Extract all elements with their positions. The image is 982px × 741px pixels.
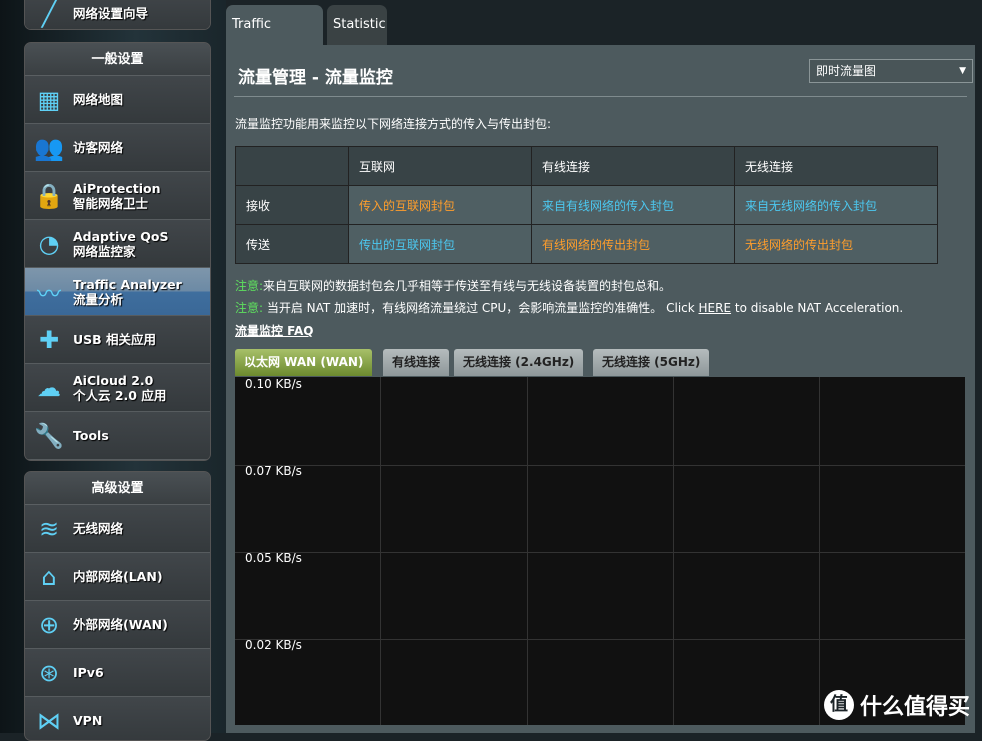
- y-label: 0.02 KB/s: [245, 638, 302, 652]
- sidebar-item[interactable]: ⊕ 外部网络(WAN): [25, 601, 210, 649]
- lock-icon: 🔒: [34, 181, 64, 210]
- tab-traffic-monitor[interactable]: Traffic Monitor: [226, 5, 323, 72]
- sidebar-item[interactable]: 〰 Traffic Analyzer 流量分析: [25, 268, 210, 316]
- network-map-icon: ▦: [37, 85, 61, 114]
- graph-tab-wireless-5[interactable]: 无线连接 (5GHz): [593, 349, 710, 376]
- wand-icon: ╱: [41, 0, 57, 28]
- y-label: 0.10 KB/s: [245, 377, 302, 391]
- sidebar-item[interactable]: 🔧 Tools: [25, 412, 210, 460]
- traffic-graph: 0.10 KB/s 0.07 KB/s 0.05 KB/s 0.02 KB/s: [235, 377, 965, 725]
- sidebar-header: 一般设置: [25, 43, 210, 76]
- globe-icon: ⊕: [38, 610, 60, 639]
- divider: [234, 96, 967, 97]
- vpn-icon: ⋈: [37, 706, 61, 735]
- wifi-icon: ≋: [38, 514, 60, 543]
- home-icon: ⌂: [41, 562, 57, 591]
- sidebar-item[interactable]: ☁ AiCloud 2.0 个人云 2.0 应用: [25, 364, 210, 412]
- logo-icon: 值: [823, 690, 854, 720]
- table-header-row: 互联网 有线连接 无线连接: [235, 146, 938, 186]
- page-title: 流量管理 - 流量监控: [238, 68, 393, 88]
- cloud-icon: ☁: [37, 373, 61, 402]
- sidebar-advanced: 高级设置 ≋ 无线网络 ⌂ 内部网络(LAN) ⊕ 外部网络(WAN) ⊛ IPv6 ⋈ VPN: [24, 471, 211, 741]
- sidebar-item[interactable]: 🔒 AiProtection 智能网络卫士: [25, 172, 210, 220]
- gridline: [673, 377, 674, 725]
- sidebar-item[interactable]: ◔ Adaptive QoS 网络监控家: [25, 220, 210, 268]
- sidebar-item[interactable]: ⊛ IPv6: [25, 649, 210, 697]
- gridline: [819, 377, 820, 725]
- sidebar-item[interactable]: ⋈ VPN: [25, 697, 210, 740]
- faq-link[interactable]: 流量监控 FAQ: [235, 322, 314, 339]
- graph-tab-wan[interactable]: 以太网 WAN (WAN): [235, 349, 373, 376]
- watermark-logo: 值什么值得买: [823, 689, 970, 721]
- y-label: 0.07 KB/s: [245, 464, 302, 478]
- description: 流量监控功能用来监控以下网络连接方式的传入与传出封包:: [235, 117, 552, 131]
- sidebar-item-setup-wizard[interactable]: ╱ 网络设置向导: [24, 0, 211, 30]
- view-select[interactable]: 即时流量图 ▼: [809, 59, 973, 83]
- graph-tab-wired[interactable]: 有线连接: [383, 349, 450, 376]
- sidebar-item[interactable]: 👥 访客网络: [25, 124, 210, 172]
- wrench-icon: 🔧: [34, 421, 64, 450]
- table-row: 传送 传出的互联网封包 有线网络的传出封包 无线网络的传出封包: [235, 224, 938, 264]
- ipv6-icon: ⊛: [38, 658, 60, 687]
- sidebar-item[interactable]: ≋ 无线网络: [25, 505, 210, 553]
- gridline: [380, 377, 381, 725]
- dropdown-arrow-icon: ▼: [959, 66, 966, 76]
- sidebar-item[interactable]: ▦ 网络地图: [25, 76, 210, 124]
- gridline: [235, 465, 965, 466]
- tab-statistic[interactable]: Statistic: [327, 5, 387, 45]
- speedometer-icon: ◔: [38, 229, 60, 258]
- y-label: 0.05 KB/s: [245, 551, 302, 565]
- sidebar-item[interactable]: ✚ USB 相关应用: [25, 316, 210, 364]
- gridline: [235, 552, 965, 553]
- note-1: 注意:来自互联网的数据封包会几乎相等于传送至有线与无线设备装置的封包总和。: [235, 279, 672, 293]
- sidebar-header: 高级设置: [25, 472, 210, 505]
- graph-tab-wireless-24[interactable]: 无线连接 (2.4GHz): [454, 349, 584, 376]
- puzzle-icon: ✚: [38, 325, 60, 354]
- table-row: 接收 传入的互联网封包 来自有线网络的传入封包 来自无线网络的传入封包: [235, 185, 938, 225]
- traffic-table: 互联网 有线连接 无线连接 接收 传入的互联网封包 来自有线网络的传入封包 来自无线网络的…: [235, 146, 938, 264]
- gridline: [527, 377, 528, 725]
- guest-network-icon: 👥: [34, 133, 64, 162]
- main-panel: 流量管理 - 流量监控 即时流量图 ▼ 流量监控功能用来监控以下网络连接方式的传入…: [226, 45, 975, 733]
- gridline: [235, 639, 965, 640]
- traffic-graph-icon: 〰: [37, 280, 61, 308]
- note-2: 注意: 当开启 NAT 加速时，有线网络流量绕过 CPU，会影响流量监控的准确性…: [235, 301, 904, 315]
- disable-nat-link[interactable]: HERE: [699, 301, 732, 315]
- sidebar-general: 一般设置 ▦ 网络地图 👥 访客网络 🔒 AiProtection 智能网络卫士 ◔ Adapt…: [24, 42, 211, 461]
- sidebar-item[interactable]: ⌂ 内部网络(LAN): [25, 553, 210, 601]
